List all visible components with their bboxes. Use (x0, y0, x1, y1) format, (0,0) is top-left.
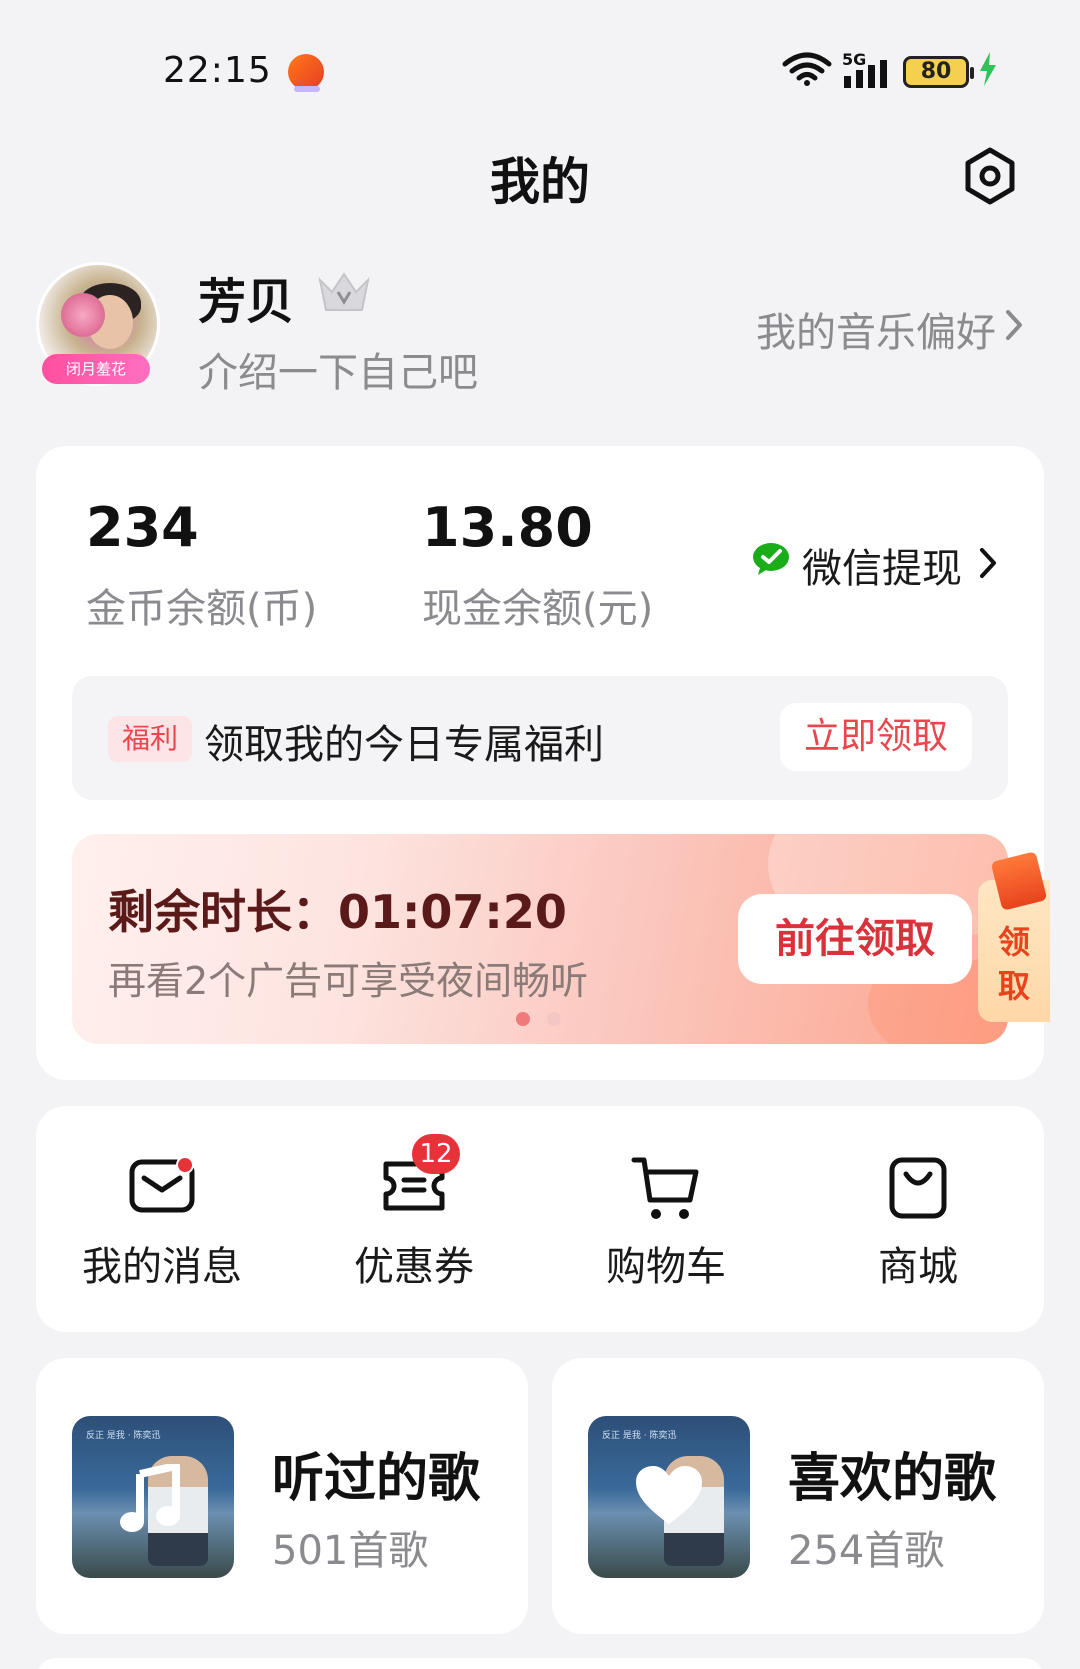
username[interactable]: 芳贝 (198, 262, 294, 332)
shopping-bag-icon[interactable] (886, 1156, 950, 1220)
cash-balance-value[interactable]: 13.80 (422, 496, 593, 559)
go-claim-button[interactable]: 前往领取 (738, 894, 972, 984)
carousel-dot-active[interactable] (516, 1012, 530, 1026)
chevron-right-icon[interactable] (1004, 308, 1024, 342)
coupon-count-badge: 12 (412, 1134, 460, 1174)
signal-icon (844, 60, 887, 88)
settings-icon[interactable] (960, 146, 1020, 206)
next-section-card (36, 1658, 1044, 1669)
liked-songs-title[interactable]: 喜欢的歌 (788, 1436, 996, 1511)
carousel-dot[interactable] (547, 1012, 561, 1026)
welfare-text[interactable]: 领取我的今日专属福利 (204, 712, 604, 770)
profile-bio[interactable]: 介绍一下自己吧 (198, 340, 478, 398)
remaining-time: 剩余时长：01:07:20 (108, 885, 567, 939)
side-claim-label[interactable]: 领取 (992, 920, 1036, 1008)
coin-balance-value[interactable]: 234 (86, 496, 199, 559)
welfare-tag: 福利 (108, 716, 192, 762)
unread-dot (176, 1156, 194, 1174)
music-preference-link[interactable]: 我的音乐偏好 (756, 300, 996, 358)
album-cover[interactable]: 反正 是我 · 陈奕迅 (588, 1416, 750, 1578)
shopping-cart-label[interactable]: 购物车 (566, 1234, 766, 1292)
wechat-withdraw-link[interactable]: 微信提现 (802, 536, 962, 594)
battery-indicator: 80 (903, 56, 974, 88)
played-songs-count: 501首歌 (272, 1528, 429, 1574)
coupons-label[interactable]: 优惠券 (314, 1234, 514, 1292)
wifi-icon (782, 52, 832, 86)
ad-subtitle: 再看2个广告可享受夜间畅听 (108, 959, 589, 1003)
music-note-icon (120, 1464, 180, 1532)
wechat-icon[interactable] (752, 542, 790, 576)
heart-icon (636, 1466, 702, 1524)
status-time: 22:15 (163, 50, 272, 91)
cart-icon[interactable] (630, 1156, 702, 1222)
avatar-tag: 闭月羞花 (42, 354, 150, 384)
played-songs-title[interactable]: 听过的歌 (272, 1436, 480, 1511)
charging-icon (980, 52, 996, 86)
crown-icon[interactable] (318, 272, 370, 312)
album-cover[interactable]: 反正 是我 · 陈奕迅 (72, 1416, 234, 1578)
claim-now-button[interactable]: 立即领取 (780, 703, 972, 771)
my-messages-label[interactable]: 我的消息 (62, 1234, 262, 1292)
cash-balance-label[interactable]: 现金余额(元) (422, 576, 653, 634)
coin-balance-label[interactable]: 金币余额(币) (86, 576, 317, 634)
mall-label[interactable]: 商城 (818, 1234, 1018, 1292)
liked-songs-count: 254首歌 (788, 1528, 945, 1574)
status-bar: 22:15 5G 80 (0, 0, 1080, 140)
app-notification-icon (288, 54, 324, 92)
page-title: 我的 (490, 153, 590, 211)
chevron-right-icon[interactable] (978, 546, 998, 580)
